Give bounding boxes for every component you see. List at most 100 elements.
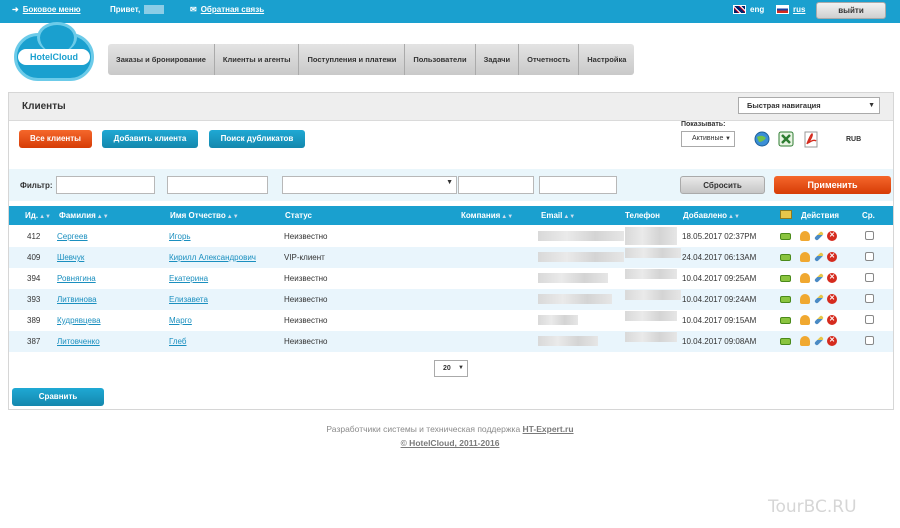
tab-users[interactable]: Пользователи: [405, 44, 476, 75]
filter-company-input[interactable]: [458, 176, 534, 194]
compare-checkbox[interactable]: [865, 294, 874, 303]
table-row: 387 Литовченко Глеб Неизвестно 10.04.2017 09…: [9, 331, 893, 352]
cell-lastname-link[interactable]: Литовченко: [57, 337, 100, 346]
table-header: Ид.▲▼ Фамилия▲▼ Имя Отчество▲▼ Статус Ко…: [9, 206, 893, 225]
lang-en[interactable]: eng: [733, 5, 764, 14]
cell-id: 412: [27, 232, 41, 241]
cell-name-link[interactable]: Игорь: [169, 232, 191, 241]
tab-reports[interactable]: Отчетность: [519, 44, 580, 75]
compare-checkbox[interactable]: [865, 336, 874, 345]
tab-clients[interactable]: Клиенты и агенты: [214, 44, 300, 75]
card-icon[interactable]: [780, 233, 791, 240]
side-menu-label: Боковое меню: [22, 5, 81, 14]
edit-icon[interactable]: [814, 336, 824, 346]
filter-status-select[interactable]: ▼: [282, 176, 457, 194]
user-icon[interactable]: [800, 336, 810, 346]
card-icon[interactable]: [780, 254, 791, 261]
show-filter-select[interactable]: Активные ▼: [681, 131, 735, 147]
cell-name-link[interactable]: Кирилл Александрович: [169, 253, 256, 262]
filter-name-input[interactable]: [167, 176, 268, 194]
uk-flag-icon: [733, 5, 746, 14]
tab-settings[interactable]: Настройка: [579, 44, 635, 75]
user-icon[interactable]: [800, 252, 810, 262]
cell-added: 10.04.2017 09:25AM: [682, 274, 757, 283]
cell-lastname-link[interactable]: Кудрявцева: [57, 316, 101, 325]
header-added[interactable]: Добавлено▲▼: [683, 211, 740, 220]
card-icon[interactable]: [780, 296, 791, 303]
cell-phone-blurred: [625, 269, 677, 279]
add-client-button[interactable]: Добавить клиента: [102, 130, 198, 148]
tab-orders[interactable]: Заказы и бронирование: [108, 44, 215, 75]
find-duplicates-button[interactable]: Поиск дубликатов: [209, 130, 305, 148]
edit-icon[interactable]: [814, 273, 824, 283]
header-name[interactable]: Имя Отчество▲▼: [170, 211, 239, 220]
hotelcloud-logo[interactable]: HotelCloud: [14, 22, 94, 83]
compare-checkbox[interactable]: [865, 252, 874, 261]
sort-icon: ▲▼: [563, 214, 576, 220]
lang-ru[interactable]: rus: [776, 5, 805, 14]
footer-support-link[interactable]: HT-Expert.ru: [523, 424, 574, 434]
pdf-export-icon[interactable]: [802, 130, 820, 148]
cell-lastname-link[interactable]: Шевчук: [57, 253, 84, 262]
logo-text: HotelCloud: [18, 49, 90, 65]
cell-name-link[interactable]: Екатерина: [169, 274, 208, 283]
card-icon[interactable]: [780, 275, 791, 282]
reset-button[interactable]: Сбросить: [680, 176, 765, 194]
header-id[interactable]: Ид.▲▼: [25, 211, 51, 220]
feedback-link[interactable]: ✉ Обратная связь: [190, 5, 264, 14]
cell-lastname-link[interactable]: Сергеев: [57, 232, 88, 241]
compare-button[interactable]: Сравнить: [12, 388, 104, 406]
watermark: TourBC.RU: [768, 497, 857, 517]
compare-checkbox[interactable]: [865, 231, 874, 240]
compare-checkbox[interactable]: [865, 273, 874, 282]
cell-status: Неизвестно: [284, 232, 328, 241]
user-icon[interactable]: [800, 315, 810, 325]
tab-payments[interactable]: Поступления и платежи: [299, 44, 406, 75]
edit-icon[interactable]: [814, 252, 824, 262]
sort-icon: ▲▼: [226, 214, 239, 220]
globe-icon[interactable]: [753, 130, 771, 148]
user-icon[interactable]: [800, 273, 810, 283]
cell-name-link[interactable]: Елизавета: [169, 295, 208, 304]
compare-checkbox[interactable]: [865, 315, 874, 324]
delete-icon[interactable]: ✕: [827, 273, 837, 283]
side-menu-link[interactable]: ➜ Боковое меню: [12, 5, 81, 14]
cell-name-link[interactable]: Марго: [169, 316, 192, 325]
card-icon[interactable]: [780, 317, 791, 324]
delete-icon[interactable]: ✕: [827, 294, 837, 304]
tab-tasks[interactable]: Задачи: [475, 44, 520, 75]
user-icon[interactable]: [800, 294, 810, 304]
quick-nav-select[interactable]: Быстрая навигация ▼: [738, 97, 880, 114]
footer-copyright[interactable]: © HotelCloud, 2011-2016: [0, 438, 900, 448]
per-page-value: 20: [443, 365, 451, 372]
all-clients-button[interactable]: Все клиенты: [19, 130, 92, 148]
header-email[interactable]: Email▲▼: [541, 211, 575, 220]
per-page-select[interactable]: 20 ▼: [434, 360, 468, 377]
edit-icon[interactable]: [814, 315, 824, 325]
cell-lastname-link[interactable]: Ровнягина: [57, 274, 96, 283]
filter-lastname-input[interactable]: [56, 176, 155, 194]
delete-icon[interactable]: ✕: [827, 336, 837, 346]
delete-icon[interactable]: ✕: [827, 315, 837, 325]
page-title: Клиенты: [22, 101, 66, 112]
edit-icon[interactable]: [814, 231, 824, 241]
sort-icon: ▲▼: [96, 214, 109, 220]
header-lastname[interactable]: Фамилия▲▼: [59, 211, 109, 220]
apply-button[interactable]: Применить: [774, 176, 891, 194]
logout-button[interactable]: выйти: [816, 2, 886, 19]
header-company[interactable]: Компания▲▼: [461, 211, 513, 220]
show-filter-value: Активные: [692, 135, 724, 142]
header-actions: Действия: [801, 211, 840, 220]
excel-export-icon[interactable]: [777, 130, 795, 148]
edit-icon[interactable]: [814, 294, 824, 304]
cell-lastname-link[interactable]: Литвинова: [57, 295, 97, 304]
user-icon[interactable]: [800, 231, 810, 241]
feedback-label: Обратная связь: [200, 5, 265, 14]
card-icon[interactable]: [780, 338, 791, 345]
filter-email-input[interactable]: [539, 176, 617, 194]
delete-icon[interactable]: ✕: [827, 252, 837, 262]
cell-name-link[interactable]: Глеб: [169, 337, 187, 346]
sort-icon: ▲▼: [501, 214, 514, 220]
delete-icon[interactable]: ✕: [827, 231, 837, 241]
filter-bar: Фильтр: ▼ Сбросить Применить: [9, 169, 893, 201]
